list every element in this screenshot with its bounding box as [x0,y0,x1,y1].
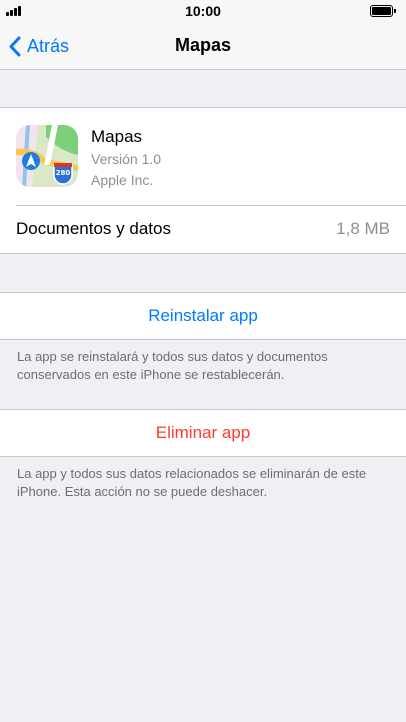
delete-app-button[interactable]: Eliminar app [0,409,406,457]
app-info-card: 280 Mapas Versión 1.0 Apple Inc. Documen… [0,107,406,254]
status-bar: 10:00 [0,0,406,22]
status-time: 10:00 [185,3,221,19]
map-badge-number: 280 [56,169,71,177]
app-version: Versión 1.0 [91,151,162,167]
delete-footnote: La app y todos sus datos relacionados se… [17,466,367,499]
app-offload-screen: 10:00 Atrás Mapas 280 Mapas Versión 1.0 … [0,0,406,722]
battery-icon [370,5,396,17]
page-title: Mapas [174,35,232,55]
documents-data-size: 1,8 MB [336,219,390,238]
reinstall-app-button[interactable]: Reinstalar app [0,292,406,340]
app-name: Mapas [91,127,143,146]
documents-data-label: Documentos y datos [16,219,171,238]
reinstall-footnote: La app se reinstalará y todos sus datos … [17,349,328,382]
app-developer: Apple Inc. [91,172,154,188]
documents-data-row: Documentos y datos 1,8 MB [0,206,406,254]
navigation-bar: Atrás Mapas [0,22,406,70]
app-info-row: 280 Mapas Versión 1.0 Apple Inc. [0,108,406,205]
maps-app-icon: 280 [16,125,78,187]
